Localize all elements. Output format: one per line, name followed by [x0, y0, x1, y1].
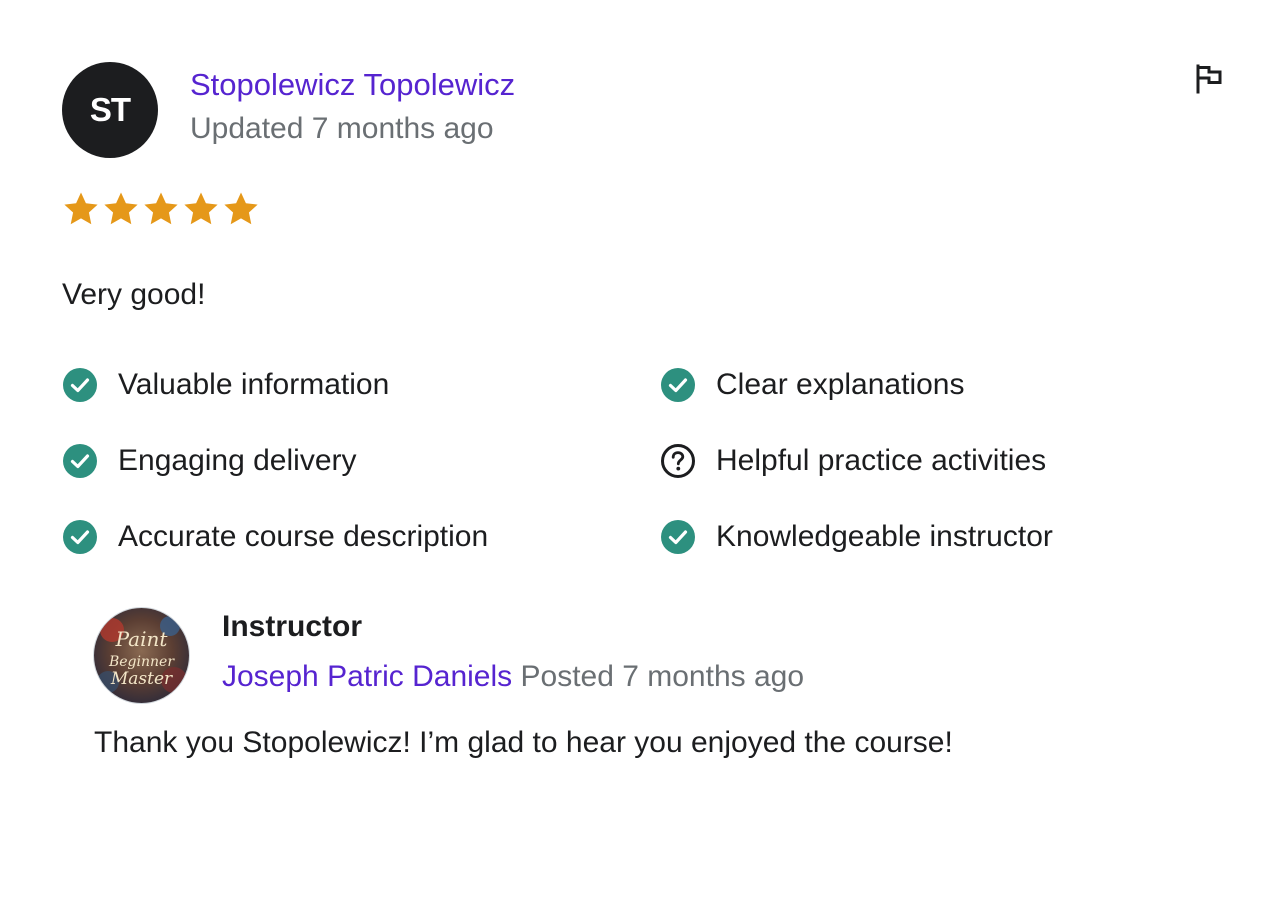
instructor-label: Instructor: [222, 610, 363, 643]
feedback-label: Knowledgeable instructor: [716, 520, 1053, 553]
star-icon: [184, 192, 218, 225]
avatar-initials: ST: [89, 91, 131, 128]
review-updated-time: Updated 7 months ago: [190, 112, 494, 145]
reviewer-avatar: ST: [62, 62, 158, 158]
check-circle-icon: [62, 519, 98, 555]
feedback-item: Clear explanations: [660, 366, 1202, 404]
avatar-text-line1: Paint: [115, 627, 169, 651]
feedback-item: Valuable information: [62, 366, 660, 404]
star-icon: [224, 192, 258, 225]
instructor-avatar: Paint Beginner Master: [94, 608, 189, 703]
instructor-posted-time: Posted 7 months ago: [520, 660, 805, 693]
star-icon: [144, 192, 178, 225]
feedback-label: Engaging delivery: [118, 444, 357, 477]
check-circle-icon: [660, 367, 696, 403]
avatar-text-line3: Master: [110, 669, 173, 689]
feedback-item: Engaging delivery: [62, 442, 660, 480]
flag-icon[interactable]: [1192, 62, 1226, 96]
feedback-item: Accurate course description: [62, 518, 660, 556]
feedback-label: Helpful practice activities: [716, 444, 1047, 477]
feedback-list: Valuable information Clear explanations En…: [62, 366, 1202, 556]
check-circle-icon: [62, 443, 98, 479]
instructor-meta: Joseph Patric Daniels Posted 7 months ag…: [222, 658, 804, 696]
feedback-label: Clear explanations: [716, 368, 965, 401]
feedback-label: Accurate course description: [118, 520, 489, 553]
instructor-response-text: Thank you Stopolewicz! I’m glad to hear …: [94, 726, 953, 759]
feedback-item: Helpful practice activities: [660, 442, 1202, 480]
star-rating: [62, 190, 260, 228]
avatar-text-line2: Beginner: [108, 654, 175, 670]
star-icon: [104, 192, 138, 225]
instructor-name-link[interactable]: Joseph Patric Daniels: [222, 660, 512, 693]
review-card: ST Stopolewicz Topolewicz Updated 7 mont…: [0, 0, 1288, 900]
check-circle-icon: [62, 367, 98, 403]
review-text: Very good!: [62, 278, 206, 311]
reviewer-name-link[interactable]: Stopolewicz Topolewicz: [190, 66, 515, 104]
check-circle-icon: [660, 519, 696, 555]
feedback-label: Valuable information: [118, 368, 390, 401]
question-circle-icon: [660, 443, 696, 479]
feedback-item: Knowledgeable instructor: [660, 518, 1202, 556]
star-icon: [64, 192, 98, 225]
